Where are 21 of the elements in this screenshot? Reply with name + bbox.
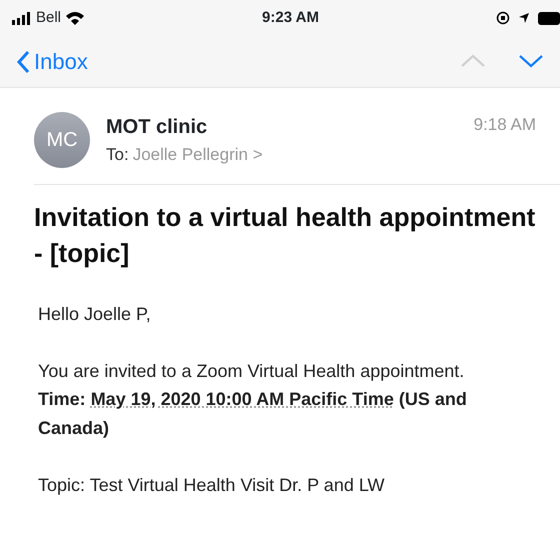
carrier-name: Bell: [36, 8, 62, 28]
time-paragraph: Time: May 19, 2020 10:00 AM Pacific Time (US and Canada): [38, 388, 468, 440]
body-paragraph: Topic: Test Virtual Health Visit Dr. P and LW: [38, 474, 386, 497]
chevron-down-icon: [518, 52, 544, 70]
battery-icon: [538, 12, 560, 24]
avatar: MC: [34, 112, 90, 168]
to-label: To:: [106, 144, 129, 166]
wifi-icon: [65, 11, 86, 25]
message-subject: Invitation to a virtual health appointment - [topic]: [34, 201, 536, 270]
body-paragraph: You are invited to a Zoom Virtual Health appointment.: [38, 360, 466, 383]
date-link[interactable]: May 19, 2020 10:00 AM Pacific Time: [90, 389, 394, 410]
rotation-lock-icon: [496, 11, 510, 25]
sender-name: MOT clinic: [106, 115, 208, 140]
signal-icon: [12, 12, 32, 24]
chevron-left-icon: [16, 50, 30, 74]
clock-time: 9:23 AM: [262, 8, 319, 28]
message-time: 9:18 AM: [474, 114, 537, 136]
back-button[interactable]: Inbox: [16, 45, 88, 78]
body-paragraph: Hello Joelle P,: [38, 302, 152, 326]
location-arrow-icon: [518, 12, 530, 24]
recipient-link[interactable]: Joelle Pellegrin >: [132, 142, 263, 168]
